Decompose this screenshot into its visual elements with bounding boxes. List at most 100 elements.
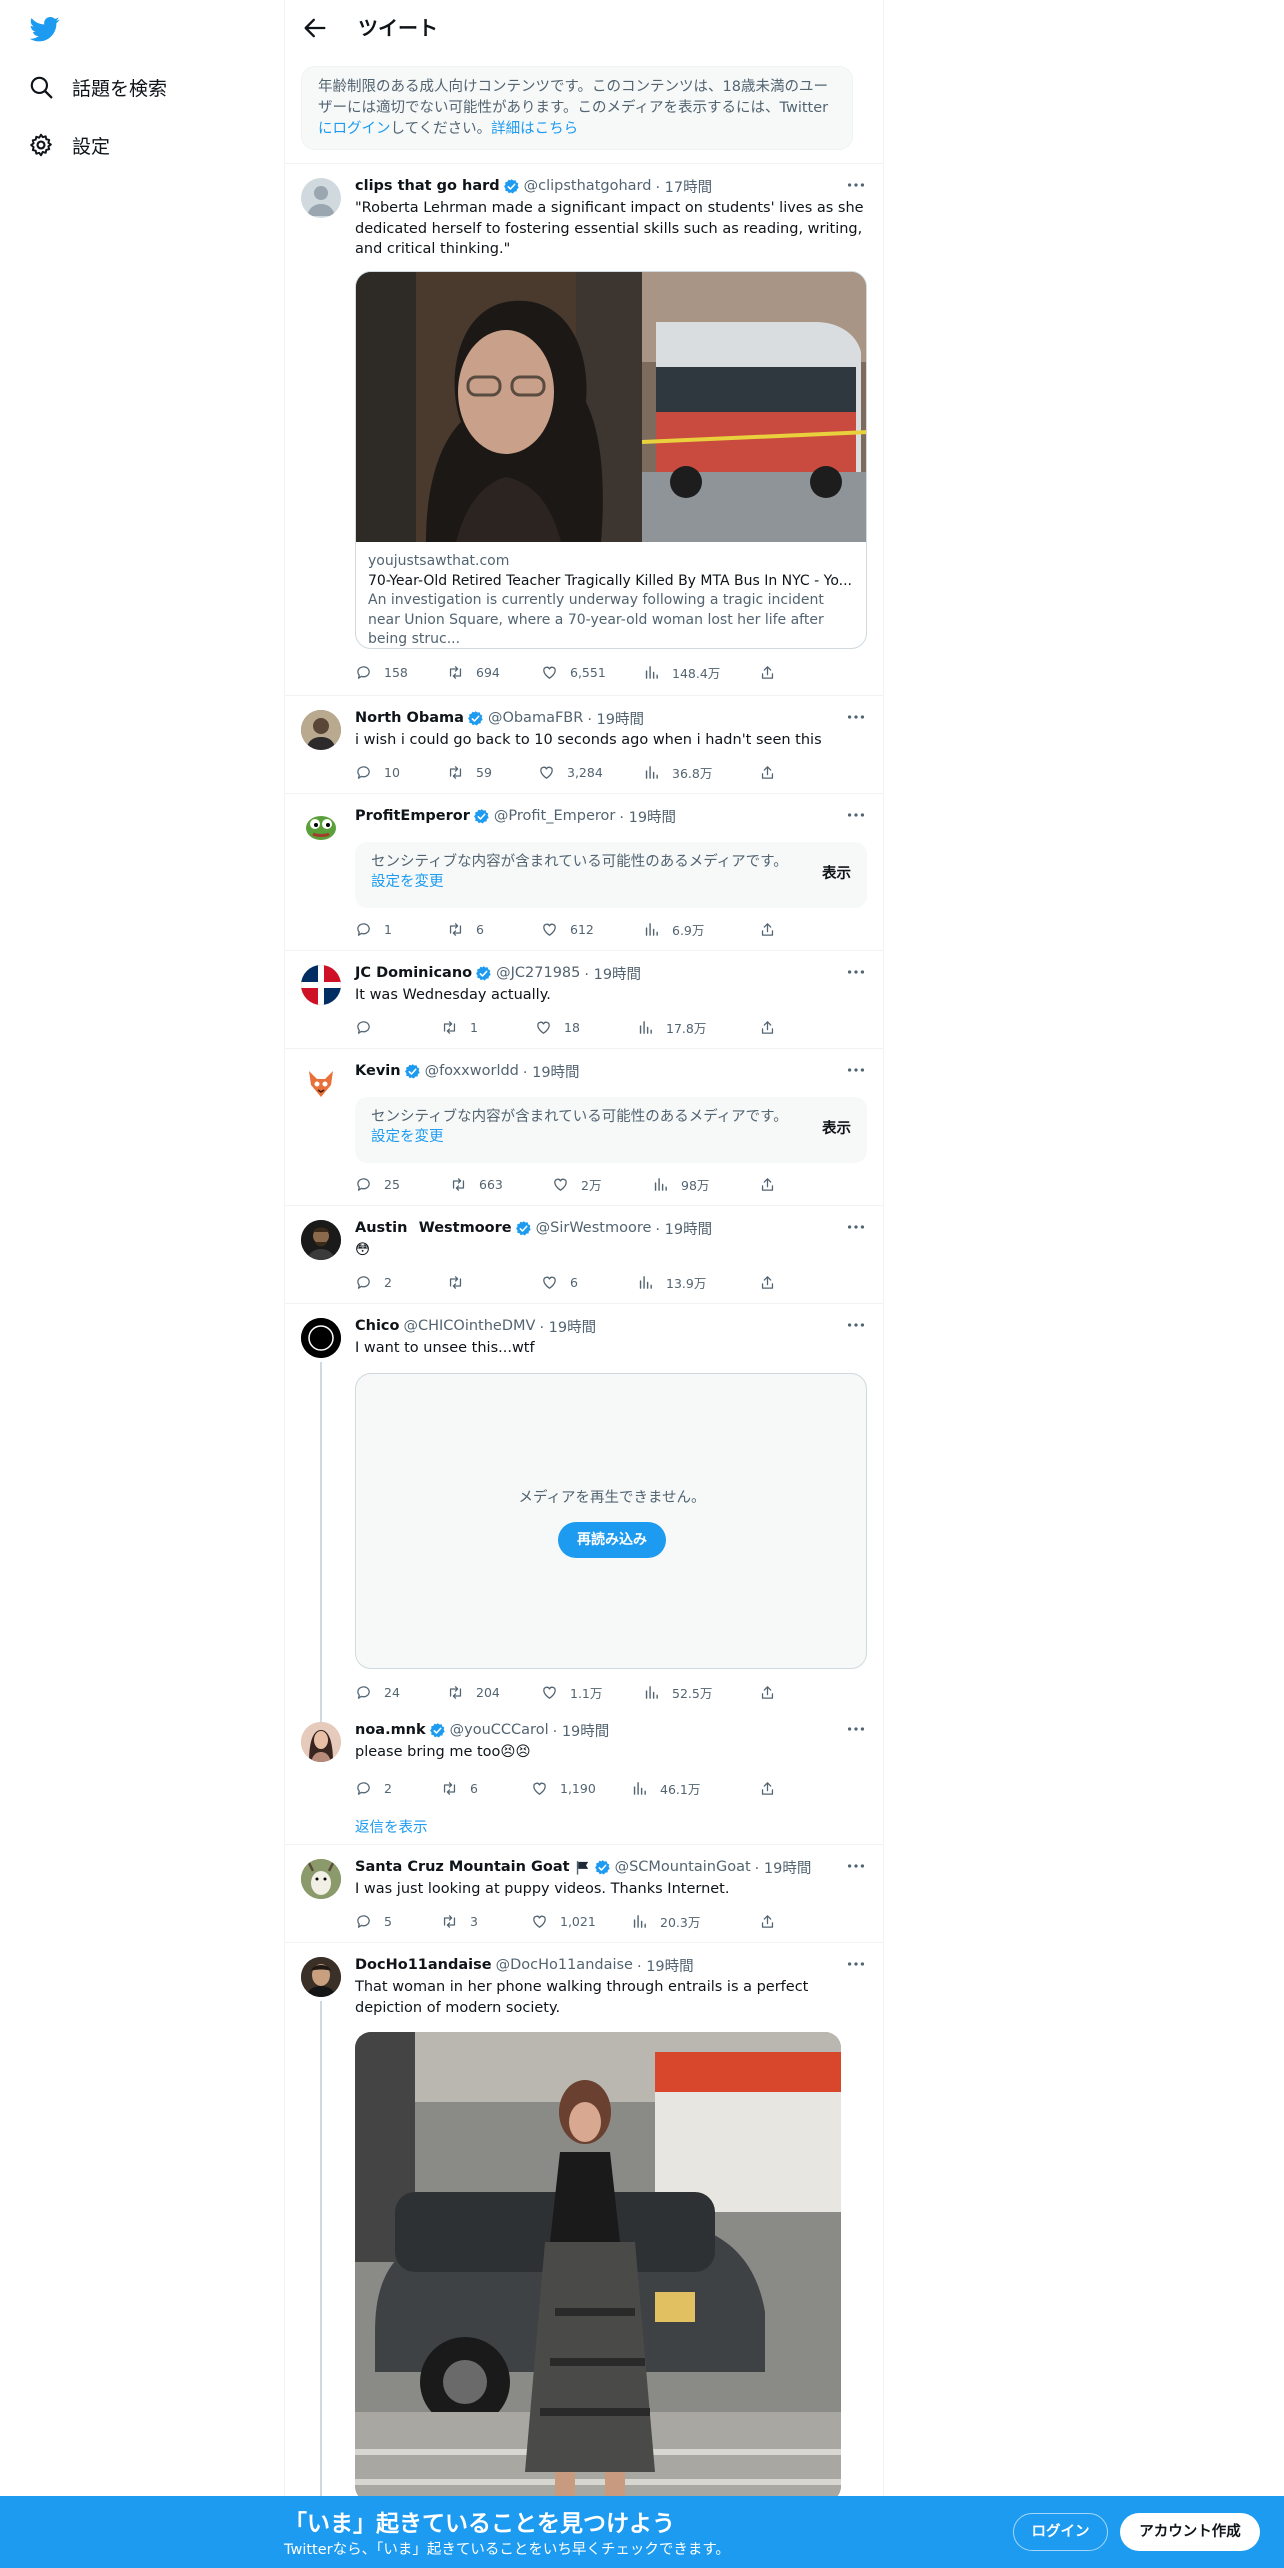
change-settings-link[interactable]: 設定を変更 <box>371 1129 444 1145</box>
show-media-button[interactable]: 表示 <box>822 864 851 884</box>
more-icon[interactable] <box>845 961 867 983</box>
tweet[interactable]: Santa Cruz Mountain Goat @SCMountainGoat… <box>285 1844 883 1942</box>
like-button[interactable]: 6,551 <box>541 662 606 682</box>
author-name[interactable]: Kevin <box>355 1063 401 1079</box>
author-handle[interactable]: @Profit_Emperor <box>494 808 615 824</box>
avatar[interactable] <box>301 1063 341 1103</box>
author-handle[interactable]: @JC271985 <box>496 965 580 981</box>
tweet-time[interactable]: · 19時間 <box>553 1720 610 1741</box>
like-button[interactable]: 18 <box>535 1017 580 1037</box>
views-button[interactable]: 6.9万 <box>643 919 704 939</box>
tweet[interactable]: noa.mnk @youCCCarol · 19時間 please bring … <box>285 1708 883 1844</box>
more-icon[interactable] <box>845 1855 867 1877</box>
tweet-time[interactable]: · 19時間 <box>637 1955 694 1976</box>
avatar[interactable] <box>301 710 341 750</box>
tweet-time[interactable]: · 19時間 <box>584 963 641 984</box>
author-handle[interactable]: @CHICOintheDMV <box>404 1318 536 1334</box>
more-icon[interactable] <box>845 1314 867 1336</box>
author-name[interactable]: DocHo11andaise <box>355 1957 492 1973</box>
tweet[interactable]: North Obama @ObamaFBR · 19時間 i wish i co… <box>285 695 883 793</box>
reply-button[interactable]: 10 <box>355 762 400 782</box>
signup-button[interactable]: アカウント作成 <box>1120 2513 1260 2551</box>
details-link[interactable]: 詳細はこちら <box>491 121 578 137</box>
share-button[interactable] <box>759 919 788 939</box>
avatar[interactable] <box>301 178 341 218</box>
share-button[interactable] <box>759 1174 788 1194</box>
tweet[interactable]: Austin⠀Westmoore @SirWestmoore · 19時間 😳 … <box>285 1205 883 1303</box>
retweet-button[interactable]: 694 <box>447 662 500 682</box>
video-player[interactable]: メディアを再生できません。 再読み込み <box>355 1373 867 1669</box>
avatar[interactable] <box>301 1957 341 1997</box>
tweet-time[interactable]: · 17時間 <box>655 176 712 197</box>
author-name[interactable]: JC Dominicano <box>355 965 472 981</box>
tweet-time[interactable]: · 19時間 <box>755 1857 812 1878</box>
retweet-button[interactable]: 204 <box>447 1682 500 1702</box>
author-name[interactable]: clips that go hard <box>355 178 500 194</box>
retweet-button[interactable]: 663 <box>450 1174 503 1194</box>
retweet-button[interactable]: 6 <box>447 919 484 939</box>
avatar[interactable] <box>301 965 341 1005</box>
reply-button[interactable]: 158 <box>355 662 408 682</box>
more-icon[interactable] <box>845 174 867 196</box>
author-name[interactable]: noa.mnk <box>355 1722 426 1738</box>
retweet-button[interactable]: 1 <box>441 1017 478 1037</box>
more-icon[interactable] <box>845 1216 867 1238</box>
like-button[interactable]: 1.1万 <box>541 1682 602 1702</box>
reply-button[interactable]: 2 <box>355 1272 392 1292</box>
author-handle[interactable]: @youCCCarol <box>450 1722 549 1738</box>
views-button[interactable]: 13.9万 <box>637 1272 706 1292</box>
link-card[interactable]: youjustsawthat.com 70-Year-Old Retired T… <box>355 271 867 649</box>
tweet-time[interactable]: · 19時間 <box>523 1061 580 1082</box>
retweet-button[interactable]: 6 <box>441 1778 478 1798</box>
retweet-button[interactable]: 3 <box>441 1911 478 1931</box>
views-button[interactable]: 98万 <box>652 1174 709 1194</box>
reply-button[interactable]: 25 <box>355 1174 400 1194</box>
more-icon[interactable] <box>845 706 867 728</box>
reply-button[interactable]: 2 <box>355 1778 392 1798</box>
reply-button[interactable]: 1 <box>355 919 392 939</box>
author-handle[interactable]: @foxxworldd <box>425 1063 519 1079</box>
author-name[interactable]: North Obama <box>355 710 464 726</box>
share-button[interactable] <box>759 1017 788 1037</box>
avatar[interactable] <box>301 808 341 848</box>
views-button[interactable]: 36.8万 <box>643 762 712 782</box>
tweet[interactable]: Chico @CHICOintheDMV · 19時間 I want to un… <box>285 1303 883 1709</box>
author-name[interactable]: Chico <box>355 1318 400 1334</box>
tweet[interactable]: clips that go hard @clipsthatgohard · 17… <box>285 163 883 695</box>
share-button[interactable] <box>759 1682 788 1702</box>
reply-button[interactable] <box>355 1017 384 1037</box>
author-handle[interactable]: @ObamaFBR <box>488 710 583 726</box>
views-button[interactable]: 52.5万 <box>643 1682 712 1702</box>
reply-button[interactable]: 5 <box>355 1911 392 1931</box>
author-name[interactable]: ProfitEmperor <box>355 808 470 824</box>
more-icon[interactable] <box>845 1059 867 1081</box>
show-media-button[interactable]: 表示 <box>822 1119 851 1139</box>
like-button[interactable]: 612 <box>541 919 594 939</box>
views-button[interactable]: 20.3万 <box>631 1911 700 1931</box>
retweet-button[interactable]: 59 <box>447 762 492 782</box>
avatar[interactable] <box>301 1220 341 1260</box>
login-link[interactable]: にログイン <box>318 121 391 137</box>
share-button[interactable] <box>759 662 788 682</box>
reload-button[interactable]: 再読み込み <box>558 1522 666 1558</box>
login-button[interactable]: ログイン <box>1013 2513 1108 2551</box>
avatar[interactable] <box>301 1318 341 1358</box>
twitter-bird-icon[interactable] <box>28 14 62 44</box>
sidebar-item-settings[interactable]: 設定 <box>28 125 110 165</box>
tweet[interactable]: DocHo11andaise @DocHo11andaise · 19時間 Th… <box>285 1942 883 2568</box>
author-name[interactable]: Santa Cruz Mountain Goat <box>355 1859 570 1875</box>
share-button[interactable] <box>759 1911 788 1931</box>
avatar[interactable] <box>301 1722 341 1762</box>
more-icon[interactable] <box>845 1953 867 1975</box>
more-icon[interactable] <box>845 804 867 826</box>
views-button[interactable]: 17.8万 <box>637 1017 706 1037</box>
change-settings-link[interactable]: 設定を変更 <box>371 874 444 890</box>
views-button[interactable]: 148.4万 <box>643 662 720 682</box>
author-handle[interactable]: @SirWestmoore <box>536 1220 652 1236</box>
retweet-button[interactable] <box>447 1272 476 1292</box>
views-button[interactable]: 46.1万 <box>631 1778 700 1798</box>
tweet-time[interactable]: · 19時間 <box>655 1218 712 1239</box>
share-button[interactable] <box>759 1272 788 1292</box>
tweet-time[interactable]: · 19時間 <box>619 806 676 827</box>
reply-button[interactable]: 24 <box>355 1682 400 1702</box>
